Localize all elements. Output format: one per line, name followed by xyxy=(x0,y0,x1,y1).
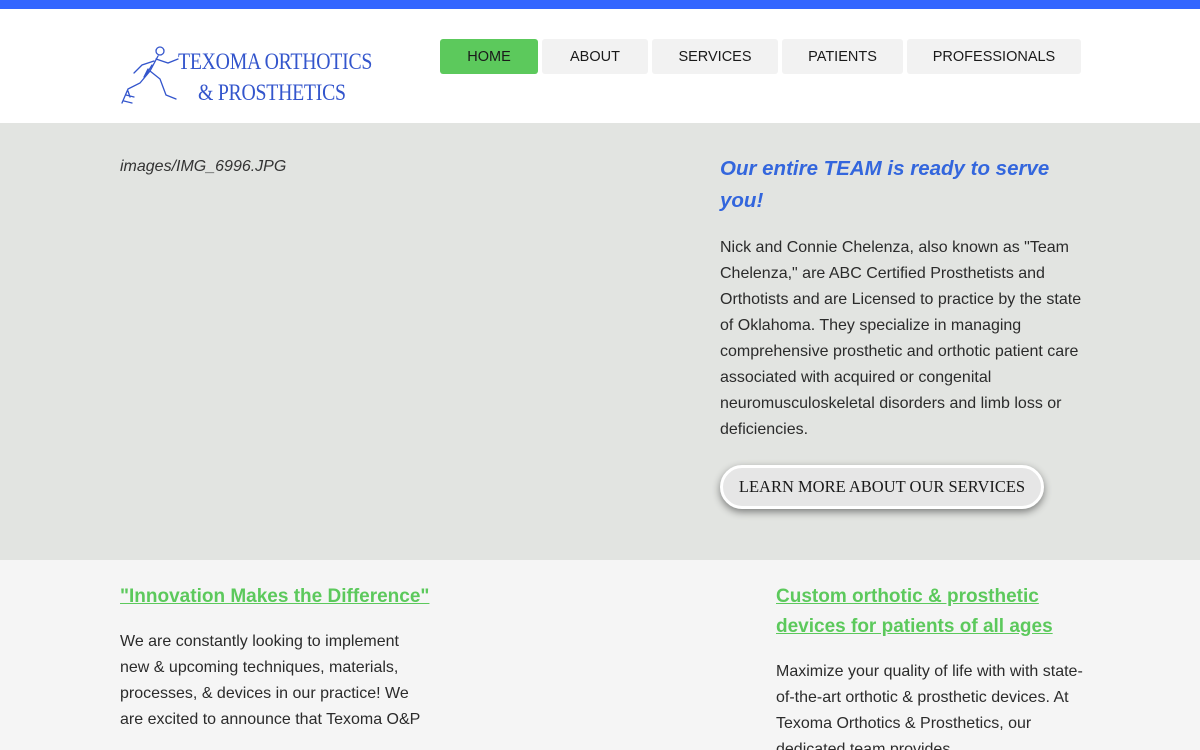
hero-image-placeholder: images/IMG_6996.JPG xyxy=(120,158,287,175)
nav-services[interactable]: SERVICES xyxy=(652,39,778,74)
features-section: "Innovation Makes the Difference" We are… xyxy=(0,560,1200,750)
nav-professionals[interactable]: PROFESSIONALS xyxy=(907,39,1081,74)
feature-innovation-title-link[interactable]: "Innovation Makes the Difference" xyxy=(120,582,430,612)
feature-innovation: "Innovation Makes the Difference" We are… xyxy=(120,582,430,733)
learn-more-services-button[interactable]: LEARN MORE ABOUT OUR SERVICES xyxy=(720,465,1044,509)
hero-title: Our entire TEAM is ready to serve you! xyxy=(720,157,1050,212)
hero-description: Nick and Connie Chelenza, also known as … xyxy=(720,239,1082,438)
hero-section: images/IMG_6996.JPG Our entire TEAM is r… xyxy=(0,123,1200,560)
top-accent-bar xyxy=(0,0,1200,9)
running-figure-logo-icon xyxy=(121,46,179,104)
site-logo[interactable]: TEXOMA ORTHOTICS & PROSTHETICS xyxy=(120,45,372,117)
nav-about[interactable]: ABOUT xyxy=(542,39,648,74)
logo-text-line-2: & PROSTHETICS xyxy=(198,80,346,105)
feature-innovation-body: We are constantly looking to implement n… xyxy=(120,633,421,728)
nav-patients[interactable]: PATIENTS xyxy=(782,39,903,74)
feature-custom-devices-title-link[interactable]: Custom orthotic & prosthetic devices for… xyxy=(776,582,1086,642)
site-header: TEXOMA ORTHOTICS & PROSTHETICS HOME ABOU… xyxy=(0,9,1200,123)
feature-custom-devices: Custom orthotic & prosthetic devices for… xyxy=(776,582,1086,750)
nav-home[interactable]: HOME xyxy=(440,39,538,74)
logo-text-line-1: TEXOMA ORTHOTICS xyxy=(178,49,373,74)
main-nav: HOME ABOUT SERVICES PATIENTS PROFESSIONA… xyxy=(440,39,1081,74)
feature-custom-devices-body: Maximize your quality of life with with … xyxy=(776,663,1083,750)
